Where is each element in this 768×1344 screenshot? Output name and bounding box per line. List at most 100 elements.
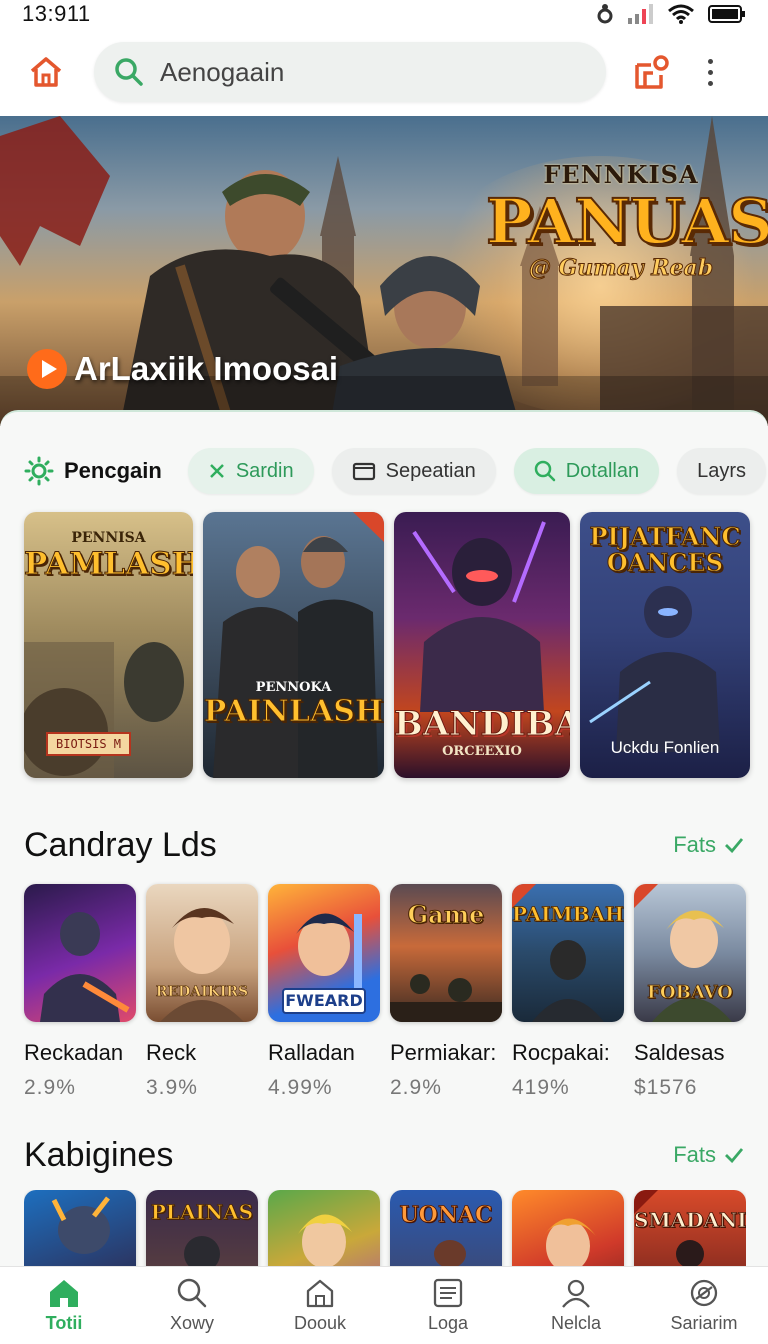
game-caption: FOBAVO xyxy=(647,982,733,1004)
game-caption: Game xyxy=(407,900,485,930)
document-icon xyxy=(433,1278,463,1308)
game-thumbnail: FWEARD xyxy=(268,884,380,1022)
game-name: Reckadan xyxy=(24,1040,124,1065)
profile-icon xyxy=(562,1279,590,1308)
card-caption: Uckdu Fonlien xyxy=(610,738,720,757)
game-tile[interactable]: SMADANI xyxy=(634,1190,746,1266)
featured-card[interactable]: PENNOKA PAINLASH xyxy=(203,512,384,778)
game-tile[interactable]: Reckadan 2.9% xyxy=(24,884,136,1100)
signal-icon xyxy=(628,4,653,24)
game-name: Reck xyxy=(146,1040,197,1065)
game-tile[interactable] xyxy=(512,1190,624,1266)
close-icon xyxy=(209,464,224,478)
dot-icon xyxy=(707,58,713,64)
nav-item-profile[interactable]: Nelcla xyxy=(512,1267,640,1344)
home-icon xyxy=(50,1280,78,1307)
game-stat: 2.9% xyxy=(24,1076,76,1099)
game-thumbnail xyxy=(24,884,136,1022)
dot-icon xyxy=(707,80,713,86)
card-subtitle: PENNOKA xyxy=(255,680,332,695)
card-subtitle: ORCEEXIO xyxy=(442,744,522,759)
section-header: Kabigines Fats xyxy=(24,1132,744,1178)
section-title: Kabigines xyxy=(24,1135,174,1174)
game-thumbnail: PLAINAS xyxy=(146,1190,258,1266)
filter-label[interactable]: Pencgain xyxy=(24,456,170,486)
folder-icon xyxy=(352,462,375,481)
game-thumbnail xyxy=(24,1190,136,1266)
game-name: Saldesas xyxy=(634,1040,725,1065)
nav-item-logs[interactable]: Loga xyxy=(384,1267,512,1344)
game-name: Rocpakai: xyxy=(512,1040,610,1065)
search-icon xyxy=(177,1278,207,1308)
card-subtitle: PENNISA xyxy=(71,530,146,546)
featured-card[interactable]: PIJATFANC OANCES Uckdu Fonlien xyxy=(580,512,750,778)
game-tile[interactable]: REDAIKIRS Reck 3.9% xyxy=(146,884,258,1100)
chip-dotallan[interactable]: Dotallan xyxy=(513,448,660,494)
notification-icon xyxy=(635,55,669,89)
nav-item-settings[interactable]: Sariarim xyxy=(640,1267,768,1344)
game-stat: 419% xyxy=(512,1076,570,1099)
dot-icon xyxy=(707,69,713,75)
game-tile[interactable]: FWEARD Ralladan 4.99% xyxy=(268,884,380,1100)
game-name: Ralladan xyxy=(268,1040,355,1065)
nav-label: Sariarim xyxy=(670,1313,738,1333)
game-thumbnail xyxy=(268,1190,380,1266)
nav-item-library[interactable]: Doouk xyxy=(256,1267,384,1344)
nav-item-search[interactable]: Xowy xyxy=(128,1267,256,1344)
card-title: PAMLASH xyxy=(24,546,193,583)
more-menu-button[interactable] xyxy=(700,50,720,94)
game-thumbnail: FOBAVO xyxy=(634,884,746,1022)
search-icon xyxy=(115,58,143,86)
chip-layrs[interactable]: Layrs xyxy=(677,448,766,494)
game-tile[interactable]: PLAINAS xyxy=(146,1190,258,1266)
home-icon xyxy=(30,57,62,87)
top-bar: Aenogaain xyxy=(0,28,768,116)
game-tile[interactable] xyxy=(24,1190,136,1266)
settings-icon xyxy=(690,1279,718,1307)
filter-chips: Pencgain Sardin Sepeatian Dotallan Layrs xyxy=(24,448,766,494)
game-thumbnail: REDAIKIRS xyxy=(146,884,258,1022)
game-tile[interactable]: UONAC xyxy=(390,1190,502,1266)
filter-label-text: Pencgain xyxy=(64,458,162,483)
game-caption: REDAIKIRS xyxy=(155,984,249,1001)
game-tile[interactable] xyxy=(268,1190,380,1266)
hero-caption-text: ArLaxiik Imoosai xyxy=(74,350,339,387)
chip-sardin[interactable]: Sardin xyxy=(187,448,314,494)
alarm-icon xyxy=(597,4,613,24)
game-thumbnail: Game xyxy=(390,884,502,1022)
check-icon xyxy=(725,838,744,853)
wifi-icon xyxy=(668,4,694,24)
game-thumbnail xyxy=(512,1190,624,1266)
bottom-navigation: Totii Xowy Doouk Loga Nelcla Sariarim xyxy=(0,1266,768,1344)
chip-sepeatian[interactable]: Sepeatian xyxy=(331,448,496,494)
hero-banner[interactable]: FENNKISA PANUASH @ Gumay Reab ArLaxiik I… xyxy=(0,116,768,426)
game-name: Permiakar: xyxy=(390,1040,497,1065)
chip-label: Sardin xyxy=(235,459,294,482)
game-caption: UONAC xyxy=(399,1202,493,1229)
section-header: Candray Lds Fats xyxy=(24,822,744,868)
check-icon xyxy=(725,1148,744,1163)
chip-label: Sepeatian xyxy=(385,459,476,482)
game-tile[interactable]: FOBAVO Saldesas $1576 xyxy=(634,884,746,1100)
card-badge: BIOTSIS M xyxy=(46,732,132,756)
search-input[interactable]: Aenogaain xyxy=(94,42,606,102)
nav-item-home[interactable]: Totii xyxy=(0,1267,128,1344)
game-thumbnail: SMADANI xyxy=(634,1190,746,1266)
game-stat: $1576 xyxy=(634,1076,698,1099)
home-button[interactable] xyxy=(24,50,68,94)
featured-card[interactable]: BANDIBAI ORCEEXIO xyxy=(394,512,570,778)
game-tile[interactable]: Game Permiakar: 2.9% xyxy=(390,884,502,1100)
see-all-link[interactable]: Fats xyxy=(673,1142,744,1168)
nav-label: Totii xyxy=(45,1313,83,1333)
nav-label: Loga xyxy=(427,1313,469,1333)
notifications-button[interactable] xyxy=(630,50,674,94)
hero-caption[interactable]: ArLaxiik Imoosai xyxy=(26,348,338,390)
see-all-link[interactable]: Fats xyxy=(673,832,744,858)
featured-card[interactable]: PENNISA PAMLASH BIOTSIS M xyxy=(24,512,193,778)
featured-carousel: PENNISA PAMLASH BIOTSIS M PENNOKA PAINLA… xyxy=(24,512,750,778)
card-title: BANDIBAI xyxy=(394,704,570,745)
game-stat: 3.9% xyxy=(146,1076,198,1099)
house-outline-icon xyxy=(306,1279,334,1308)
game-thumbnail: UONAC xyxy=(390,1190,502,1266)
game-tile[interactable]: PAIMBAH Rocpakai: 419% xyxy=(512,884,624,1100)
